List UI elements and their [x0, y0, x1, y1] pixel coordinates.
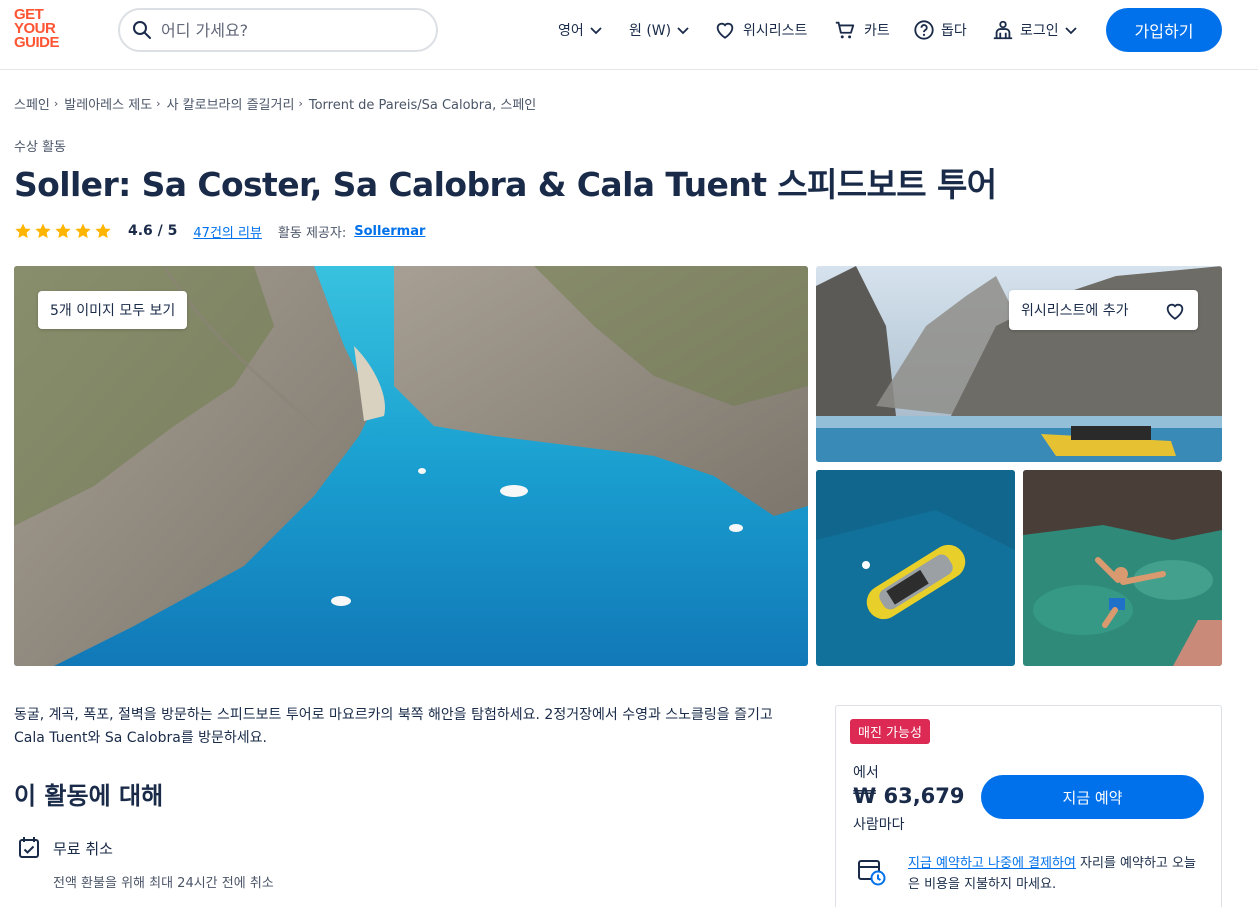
currency-selector[interactable]: 원 (W) [629, 17, 691, 43]
logo-line-3: GUIDE [14, 34, 60, 51]
rating-value: 4.6 / 5 [128, 223, 178, 239]
page-title: Soller: Sa Coster, Sa Calobra & Cala Tue… [14, 165, 997, 204]
price-value: ₩ 63,679 [853, 784, 965, 808]
calendar-check-icon [19, 837, 39, 858]
calendar-clock-icon [858, 860, 886, 886]
breadcrumb-separator: › [156, 97, 161, 110]
book-now-button[interactable]: 지금 예약 [981, 775, 1204, 819]
language-label: 영어 [558, 23, 584, 39]
breadcrumb-spain[interactable]: 스페인 [14, 94, 50, 113]
star-icon [75, 223, 91, 239]
star-icon [35, 223, 51, 239]
reserve-now-pay-later-text: 지금 예약하고 나중에 결제하여 자리를 예약하고 오늘은 비용을 지불하지 마… [908, 853, 1204, 895]
view-all-images-button[interactable]: 5개 이미지 모두 보기 [38, 291, 188, 329]
price-from-label: 에서 [853, 765, 879, 781]
breadcrumb-balearic[interactable]: 발레아레스 제도 [64, 94, 152, 113]
provider-label: 활동 제공자: [277, 225, 347, 241]
cart-icon [835, 21, 855, 39]
activity-description: 동굴, 계곡, 폭포, 절벽을 방문하는 스피드보트 투어로 마요르카의 북쪽 … [14, 707, 773, 746]
reviews-link[interactable]: 47건의 리뷰 [193, 222, 262, 241]
user-group-icon [993, 20, 1013, 40]
activity-category: 수상 활동 [14, 140, 66, 155]
add-to-wishlist-button[interactable]: 위시리스트에 추가 [1009, 290, 1198, 330]
login-menu[interactable]: 로그인 [992, 17, 1079, 43]
star-rating [14, 222, 112, 240]
star-icon [15, 223, 31, 239]
signup-button[interactable]: 가입하기 [1106, 8, 1222, 52]
photo-speedboat-aerial[interactable] [816, 470, 1015, 666]
search-input[interactable] [161, 20, 411, 40]
price-per-person-label: 사람마다 [853, 817, 905, 833]
heart-icon [716, 22, 734, 39]
star-icon [95, 223, 111, 239]
cart-link[interactable]: 카트 [834, 17, 890, 43]
free-cancellation-detail: 전액 환불을 위해 최대 24시간 전에 취소 [53, 876, 274, 891]
rating-row: 4.6 / 5 47건의 리뷰 활동 제공자: Sollermar [14, 220, 425, 242]
breadcrumb-sa-calobra-things[interactable]: 사 칼로브라의 즐길거리 [167, 94, 295, 113]
add-to-wishlist-label: 위시리스트에 추가 [1021, 303, 1129, 319]
free-cancellation-title: 무료 취소 [53, 840, 113, 858]
breadcrumb-current[interactable]: Torrent de Pareis/Sa Calobra, 스페인 [309, 94, 536, 113]
search-bar[interactable] [118, 8, 438, 52]
wishlist-label: 위시리스트 [743, 23, 808, 39]
breadcrumb: 스페인 › 발레아레스 제도 › 사 칼로브라의 즐길거리 › Torrent de … [14, 94, 536, 113]
chevron-down-icon [1065, 27, 1077, 35]
currency-label: 원 (W) [629, 23, 672, 39]
photo-cliff-jump[interactable] [1023, 470, 1222, 666]
top-navigation: GET YOUR GUIDE 영어 원 (W) 위시리스트 카트 돕다 로그인 … [0, 0, 1258, 70]
help-icon [914, 20, 934, 40]
language-selector[interactable]: 영어 [558, 17, 604, 43]
getyourguide-logo[interactable]: GET YOUR GUIDE [14, 7, 72, 51]
reserve-now-pay-later-link[interactable]: 지금 예약하고 나중에 결제하여 [908, 856, 1076, 871]
help-label: 돕다 [941, 23, 967, 39]
search-icon [133, 21, 151, 39]
cart-label: 카트 [864, 23, 890, 39]
login-label: 로그인 [1020, 23, 1059, 39]
about-heading: 이 활동에 대해 [14, 782, 164, 810]
heart-icon [1166, 303, 1184, 320]
wishlist-link[interactable]: 위시리스트 [714, 17, 807, 43]
breadcrumb-separator: › [53, 97, 59, 110]
breadcrumb-separator: › [298, 97, 303, 110]
star-icon [55, 223, 71, 239]
speedboat-aerial-image [816, 470, 1015, 666]
chevron-down-icon [677, 27, 689, 35]
cliff-jump-image [1023, 470, 1222, 666]
help-link[interactable]: 돕다 [913, 17, 967, 43]
provider-link[interactable]: Sollermar [354, 224, 425, 239]
likely-to-sell-out-badge: 매진 가능성 [850, 719, 930, 744]
chevron-down-icon [590, 27, 602, 35]
